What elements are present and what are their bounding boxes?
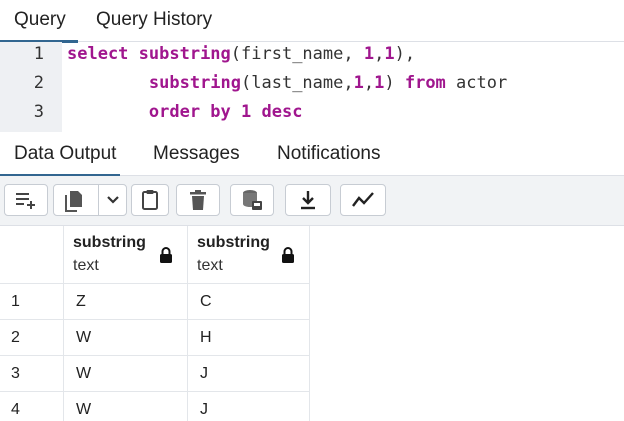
table-row[interactable]: 2 W H [0, 320, 310, 356]
row-number[interactable]: 3 [0, 356, 64, 392]
table-cell[interactable]: W [64, 392, 188, 421]
column-header[interactable]: substring text [188, 226, 310, 284]
table-cell[interactable]: J [188, 392, 310, 421]
table-cell[interactable]: H [188, 320, 310, 356]
tab-data-output[interactable]: Data Output [0, 142, 121, 177]
delete-button[interactable] [176, 184, 220, 216]
download-button[interactable] [285, 184, 331, 216]
table-cell[interactable]: W [64, 356, 188, 392]
tab-query-history[interactable]: Query History [96, 8, 212, 34]
data-output-toolbar [0, 176, 624, 226]
tab-notifications[interactable]: Notifications [277, 142, 381, 168]
sql-editor[interactable]: 1 2 3 select substring(first_name, 1,1),… [0, 42, 624, 132]
table-cell[interactable]: Z [64, 284, 188, 320]
column-name: substring [73, 234, 146, 251]
code-line-1[interactable]: select substring(first_name, 1,1), [67, 44, 415, 64]
row-number-header[interactable] [0, 226, 64, 284]
code-line-2[interactable]: substring(last_name,1,1) from actor [67, 73, 507, 93]
tab-messages[interactable]: Messages [153, 142, 240, 168]
table-cell[interactable]: C [188, 284, 310, 320]
add-row-button[interactable] [4, 184, 48, 216]
output-tabs-bar: Data Output Messages Notifications [0, 132, 624, 177]
line-number: 2 [33, 73, 44, 93]
line-number: 3 [33, 102, 44, 122]
download-icon [299, 190, 317, 210]
code-line-3[interactable]: order by 1 desc [67, 102, 303, 122]
column-header[interactable]: substring text [64, 226, 188, 284]
graph-icon [351, 191, 375, 209]
column-name: substring [197, 234, 270, 251]
delete-icon [190, 190, 206, 210]
row-number[interactable]: 4 [0, 392, 64, 421]
paste-button[interactable] [131, 184, 169, 216]
column-type: text [73, 257, 99, 274]
query-tabs-bar: Query Query History [0, 0, 624, 43]
row-number[interactable]: 1 [0, 284, 64, 320]
add-row-icon [14, 190, 38, 210]
lock-icon [159, 246, 173, 269]
copy-button-group [53, 184, 127, 216]
column-type: text [197, 257, 223, 274]
table-row[interactable]: 4 W J [0, 392, 310, 421]
paste-icon [141, 189, 159, 211]
tab-query[interactable]: Query [0, 8, 78, 43]
table-cell[interactable]: J [188, 356, 310, 392]
graph-visualiser-button[interactable] [340, 184, 386, 216]
table-row[interactable]: 1 Z C [0, 284, 310, 320]
save-data-icon [241, 189, 263, 211]
line-number-gutter: 1 2 3 [0, 42, 62, 132]
chevron-down-icon[interactable] [106, 194, 120, 206]
row-number[interactable]: 2 [0, 320, 64, 356]
table-row[interactable]: 3 W J [0, 356, 310, 392]
save-data-button[interactable] [230, 184, 274, 216]
table-cell[interactable]: W [64, 320, 188, 356]
lock-icon [281, 246, 295, 269]
copy-icon[interactable] [64, 190, 84, 212]
line-number: 1 [33, 44, 44, 64]
grid-header-row: substring text substring text [0, 226, 310, 284]
